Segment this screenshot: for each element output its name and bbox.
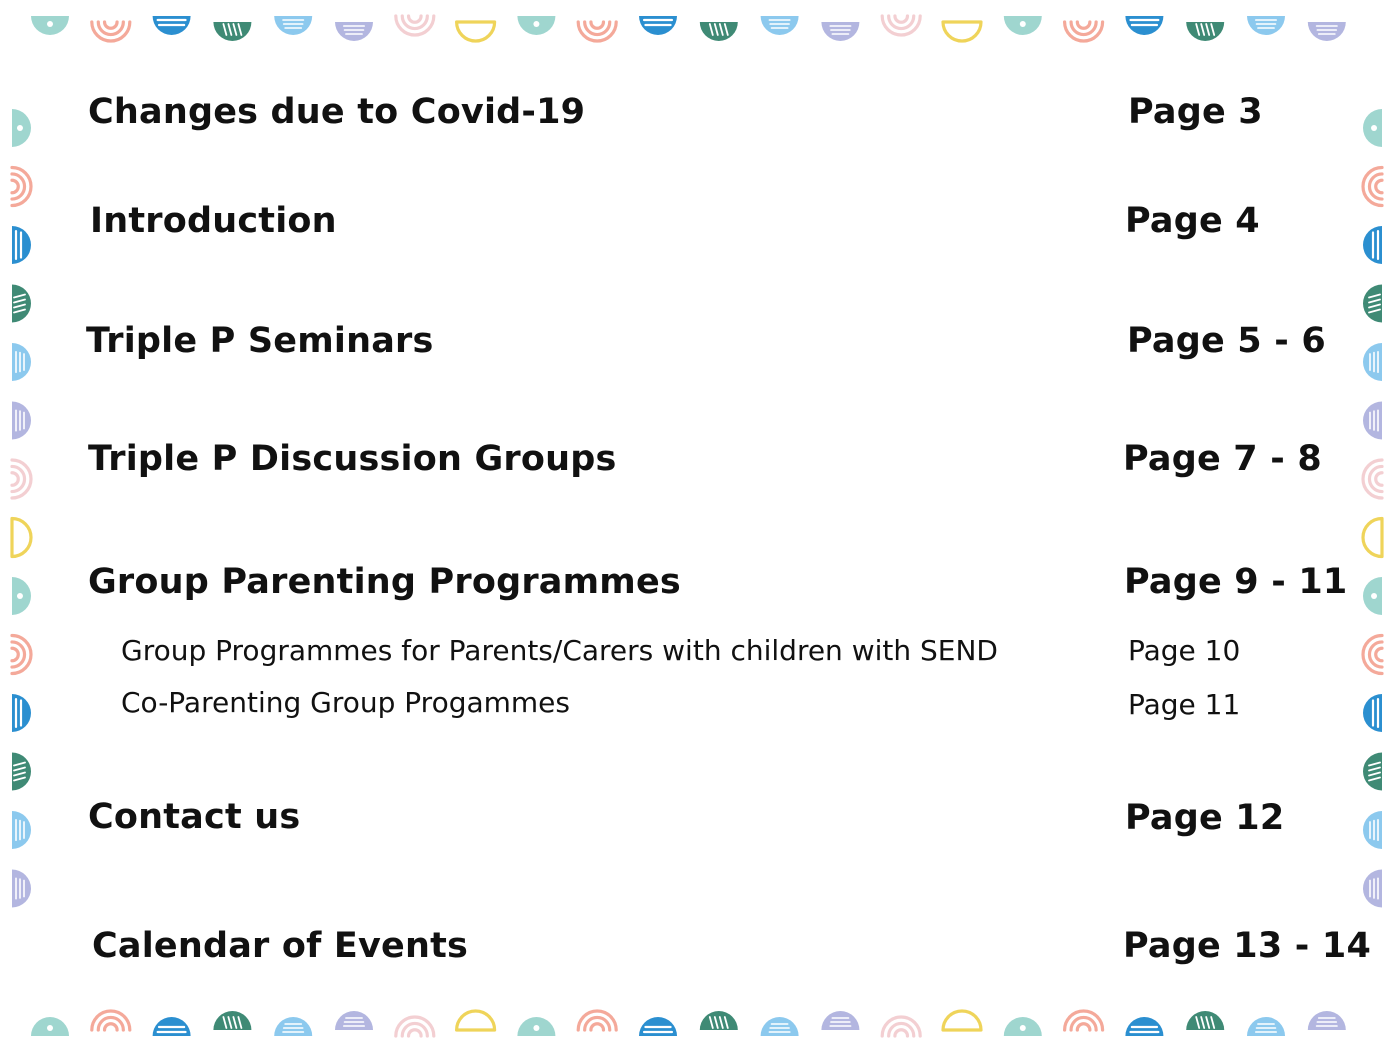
toc-entry-seminars-page: Page 5 - 6	[1127, 321, 1326, 361]
toc-entry-group-parenting-page: Page 9 - 11	[1124, 562, 1348, 602]
toc-entry-calendar-page: Page 13 - 14	[1123, 926, 1372, 966]
toc-entry-calendar-title: Calendar of Events	[92, 926, 469, 966]
table-of-contents: Changes due to Covid-19 Page 3 Introduct…	[0, 0, 1397, 1052]
toc-entry-group-parenting-title: Group Parenting Programmes	[88, 562, 681, 602]
toc-entry-covid-page: Page 3	[1128, 92, 1263, 132]
toc-subentry-co-parenting-page: Page 11	[1128, 688, 1241, 721]
toc-entry-introduction-title: Introduction	[90, 201, 337, 241]
toc-entry-contact-title: Contact us	[88, 797, 301, 837]
toc-entry-discussion-groups-title: Triple P Discussion Groups	[88, 439, 617, 479]
toc-subentry-send-page: Page 10	[1128, 634, 1241, 667]
toc-entry-covid-title: Changes due to Covid-19	[88, 92, 586, 132]
toc-entry-seminars-title: Triple P Seminars	[86, 321, 434, 361]
toc-subentry-co-parenting-title: Co-Parenting Group Progammes	[121, 686, 570, 719]
toc-subentry-send-title: Group Programmes for Parents/Carers with…	[121, 634, 998, 667]
toc-entry-introduction-page: Page 4	[1125, 201, 1260, 241]
toc-entry-contact-page: Page 12	[1125, 798, 1285, 838]
toc-entry-discussion-groups-page: Page 7 - 8	[1123, 439, 1322, 479]
